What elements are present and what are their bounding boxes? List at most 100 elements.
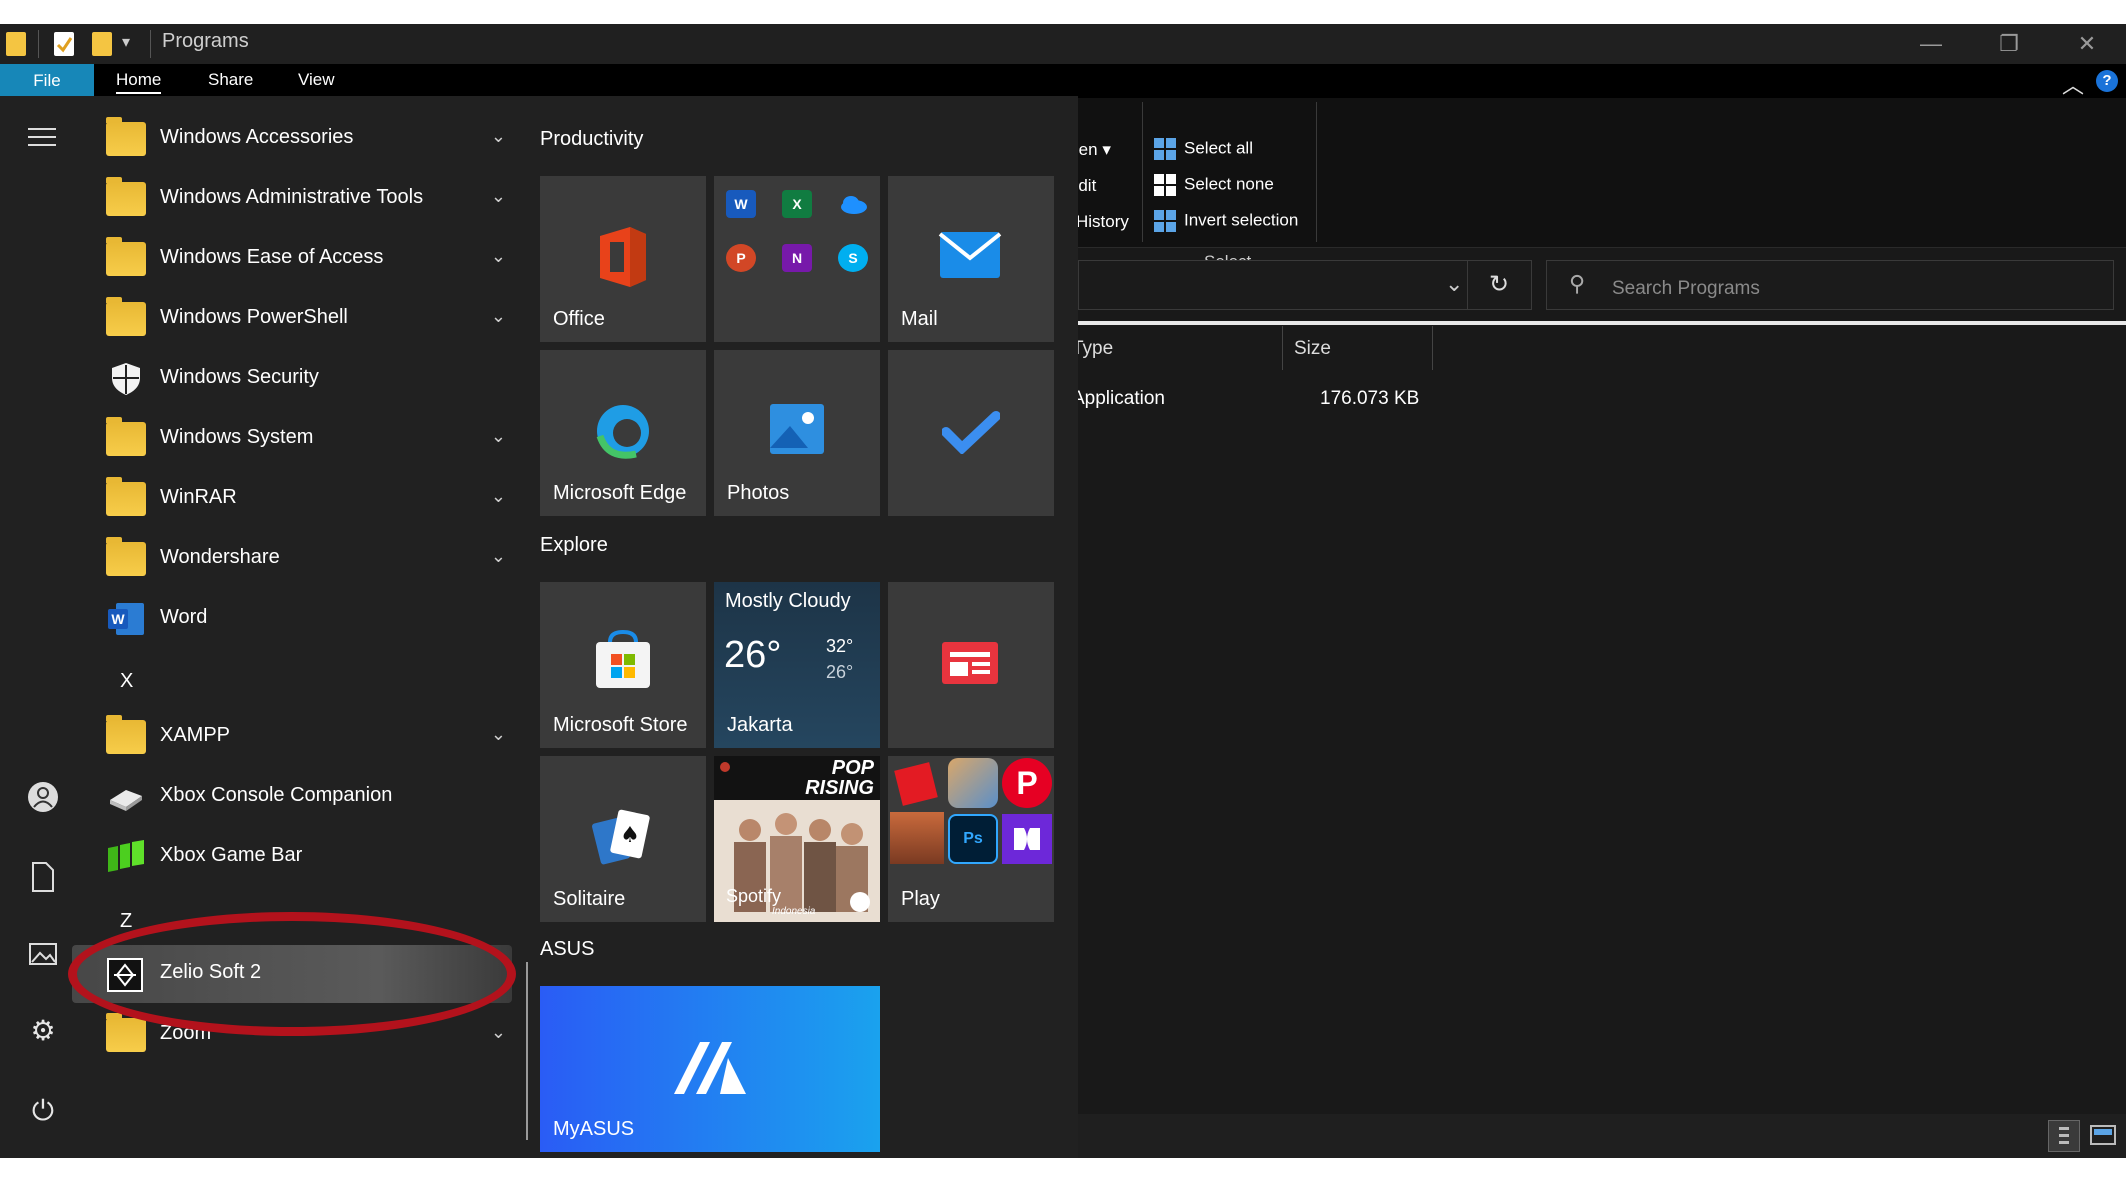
- invert-selection-button[interactable]: Invert selection: [1154, 210, 1298, 232]
- app-item-windows-ease-of-access[interactable]: Windows Ease of Access ⌄: [98, 230, 516, 288]
- tile-weather[interactable]: Mostly Cloudy 26° 32° 26° Jakarta: [714, 582, 880, 748]
- ribbon-divider: [1316, 102, 1317, 242]
- column-separator[interactable]: [1432, 326, 1433, 370]
- column-header-size[interactable]: Size: [1294, 338, 1331, 360]
- restore-button[interactable]: ❐: [1974, 24, 2044, 64]
- documents-icon[interactable]: [18, 852, 68, 902]
- refresh-icon[interactable]: ↻: [1489, 270, 1509, 299]
- game-thumbnail-icon[interactable]: [890, 812, 944, 864]
- game-icon[interactable]: [948, 758, 998, 808]
- onenote-mini-icon[interactable]: N: [782, 244, 812, 272]
- group-header-explore[interactable]: Explore: [540, 534, 608, 557]
- settings-gear-icon[interactable]: ⚙: [18, 1006, 68, 1056]
- help-icon[interactable]: ?: [2096, 70, 2118, 92]
- tile-office[interactable]: Office: [540, 176, 706, 342]
- dolby-icon[interactable]: [1002, 814, 1052, 864]
- tile-news[interactable]: [888, 582, 1054, 748]
- word-mini-icon[interactable]: W: [726, 190, 756, 218]
- tile-play-folder[interactable]: P Ps Play: [888, 756, 1054, 922]
- tile-spotify[interactable]: POP RISING Spotify Indonesia: [714, 756, 880, 922]
- group-header-asus[interactable]: ASUS: [540, 938, 594, 961]
- tab-file[interactable]: File: [0, 64, 94, 98]
- folder-icon: [106, 715, 146, 754]
- tab-view[interactable]: View: [298, 70, 335, 90]
- folder-icon: [106, 477, 146, 516]
- chevron-down-icon[interactable]: ⌄: [491, 486, 506, 507]
- group-header-productivity[interactable]: Productivity: [540, 128, 643, 151]
- shield-icon: [106, 362, 146, 396]
- hamburger-menu-icon[interactable]: [18, 112, 68, 162]
- chevron-down-icon[interactable]: ⌄: [491, 126, 506, 147]
- select-all-button[interactable]: Select all: [1154, 138, 1253, 160]
- skype-mini-icon[interactable]: S: [838, 244, 868, 272]
- chevron-down-icon[interactable]: ⌄: [491, 546, 506, 567]
- row-type-cell[interactable]: Application: [1078, 388, 1278, 410]
- app-item-xbox-game-bar[interactable]: Xbox Game Bar: [98, 828, 516, 886]
- tile-office-apps-folder[interactable]: W X P N S: [714, 176, 880, 342]
- app-label: Windows System: [160, 426, 314, 448]
- column-header-type[interactable]: Type: [1078, 338, 1168, 360]
- properties-icon[interactable]: [54, 32, 74, 56]
- app-label: Windows Accessories: [160, 126, 354, 148]
- word-icon: W: [106, 602, 146, 636]
- weather-low: 26°: [826, 662, 854, 682]
- row-size-cell[interactable]: 176.073 KB: [1320, 388, 1419, 410]
- roblox-icon[interactable]: [894, 762, 938, 806]
- app-item-word[interactable]: W Word: [98, 590, 516, 648]
- divider: [38, 30, 39, 58]
- app-item-winrar[interactable]: WinRAR ⌄: [98, 470, 516, 528]
- tile-todo[interactable]: [888, 350, 1054, 516]
- address-bar[interactable]: ⌄ ↻: [1078, 260, 1532, 310]
- divider: [1467, 261, 1468, 309]
- scrollbar[interactable]: [526, 962, 528, 1140]
- user-account-icon[interactable]: [18, 772, 68, 822]
- photoshop-icon[interactable]: Ps: [948, 814, 998, 864]
- tab-home[interactable]: Home: [116, 70, 162, 94]
- tile-microsoft-store[interactable]: Microsoft Store: [540, 582, 706, 748]
- chevron-down-icon[interactable]: ⌄: [491, 306, 506, 327]
- onedrive-icon[interactable]: [838, 190, 868, 218]
- app-item-wondershare[interactable]: Wondershare ⌄: [98, 530, 516, 588]
- tile-microsoft-edge[interactable]: Microsoft Edge: [540, 350, 706, 516]
- app-item-windows-system[interactable]: Windows System ⌄: [98, 410, 516, 468]
- pictures-icon[interactable]: [18, 930, 68, 980]
- app-item-windows-security[interactable]: Windows Security: [98, 350, 516, 408]
- app-item-xampp[interactable]: XAMPP ⌄: [98, 708, 516, 766]
- chevron-down-icon[interactable]: ⌄: [491, 724, 506, 745]
- chevron-down-icon[interactable]: ⌄: [491, 426, 506, 447]
- chevron-down-icon[interactable]: ⌄: [491, 246, 506, 267]
- tab-share[interactable]: Share: [208, 70, 253, 90]
- select-none-button[interactable]: Select none: [1154, 174, 1274, 196]
- letter-header-x[interactable]: X: [120, 670, 133, 693]
- app-item-xbox-console-companion[interactable]: Xbox Console Companion: [98, 768, 516, 826]
- power-icon[interactable]: ⏻: [18, 1086, 68, 1136]
- chevron-down-icon[interactable]: ⌄: [491, 1022, 506, 1043]
- app-item-windows-accessories[interactable]: Windows Accessories ⌄: [98, 110, 516, 168]
- xbox-icon: [106, 780, 146, 814]
- large-icons-view-icon[interactable]: [2088, 1120, 2120, 1152]
- tile-mail[interactable]: Mail: [888, 176, 1054, 342]
- powerpoint-mini-icon[interactable]: P: [726, 244, 756, 272]
- close-button[interactable]: ✕: [2052, 24, 2122, 64]
- collapse-ribbon-icon[interactable]: ︿: [2062, 68, 2084, 100]
- tile-myasus[interactable]: MyASUS: [540, 986, 880, 1152]
- spotify-dot: [720, 762, 730, 772]
- app-item-windows-administrative-tools[interactable]: Windows Administrative Tools ⌄: [98, 170, 516, 228]
- edit-button[interactable]: Edit: [1078, 176, 1118, 196]
- customize-toolbar-icon[interactable]: ▾: [122, 32, 130, 52]
- tile-solitaire[interactable]: ♠ Solitaire: [540, 756, 706, 922]
- excel-mini-icon[interactable]: X: [782, 190, 812, 218]
- chevron-down-icon[interactable]: ⌄: [1445, 271, 1463, 297]
- details-view-icon[interactable]: [2048, 1120, 2080, 1152]
- search-input[interactable]: Search Programs: [1612, 278, 1760, 300]
- app-item-windows-powershell[interactable]: Windows PowerShell ⌄: [98, 290, 516, 348]
- history-button[interactable]: History: [1078, 212, 1138, 232]
- select-none-icon: [1154, 174, 1176, 196]
- new-folder-icon[interactable]: [92, 32, 112, 56]
- tile-photos[interactable]: Photos: [714, 350, 880, 516]
- column-separator[interactable]: [1282, 326, 1283, 370]
- pinterest-icon[interactable]: P: [1002, 758, 1052, 808]
- letter-header-z[interactable]: Z: [120, 910, 132, 933]
- minimize-button[interactable]: —: [1896, 24, 1966, 64]
- chevron-down-icon[interactable]: ⌄: [491, 186, 506, 207]
